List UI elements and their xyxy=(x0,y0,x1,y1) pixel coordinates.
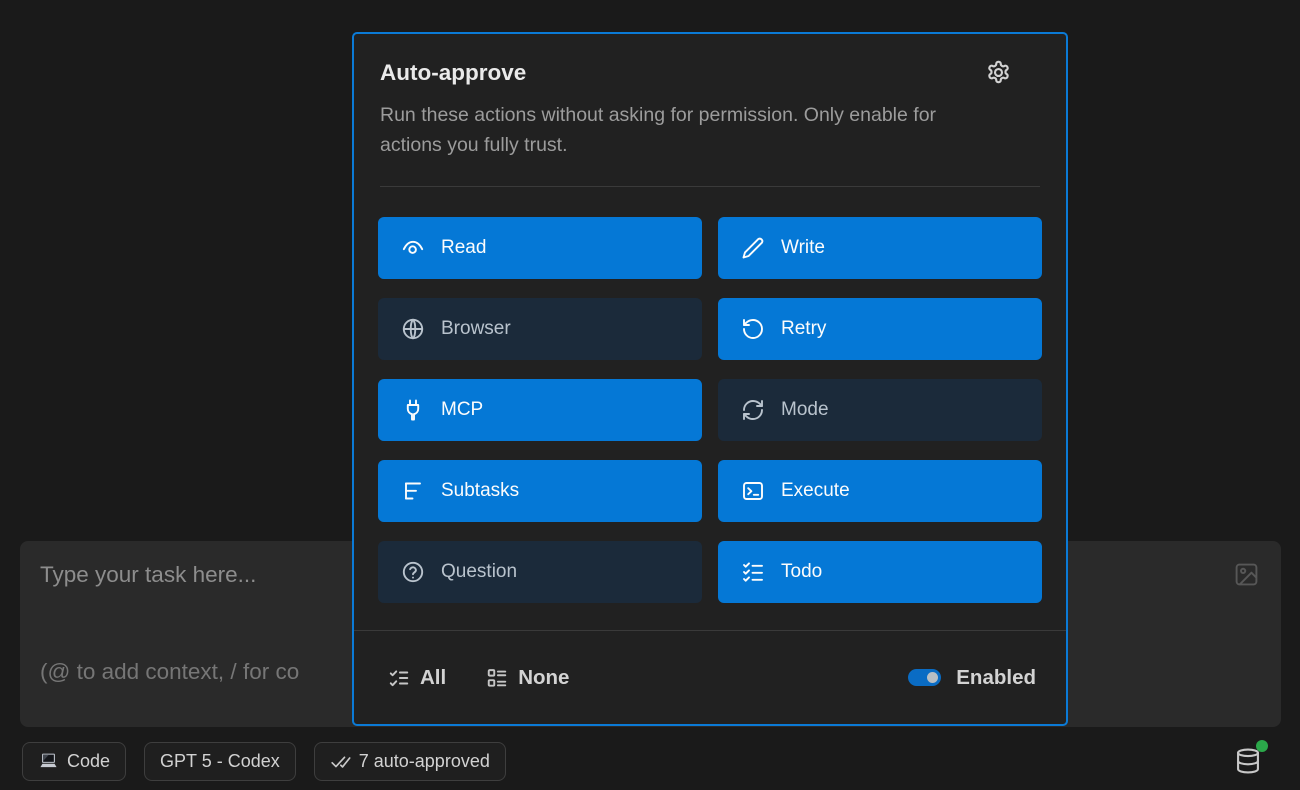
action-button-retry[interactable]: Retry xyxy=(718,298,1042,360)
laptop-icon xyxy=(38,751,59,772)
plug-icon xyxy=(401,398,425,422)
actions-grid: Read Write Browser Retry MCP Mode Subtasks Exec… xyxy=(354,187,1066,630)
select-none-button[interactable]: None xyxy=(486,666,569,690)
app-window: Type your task here... (@ to add context… xyxy=(0,0,1300,790)
retry-icon xyxy=(741,317,765,341)
select-none-label: None xyxy=(518,666,569,690)
model-chip[interactable]: GPT 5 - Codex xyxy=(144,742,296,781)
action-button-read[interactable]: Read xyxy=(378,217,702,279)
action-label: Execute xyxy=(781,480,850,502)
action-label: Subtasks xyxy=(441,480,519,502)
auto-approve-chip-label: 7 auto-approved xyxy=(359,751,490,772)
action-label: Todo xyxy=(781,561,822,583)
action-label: Retry xyxy=(781,318,826,340)
mode-chip-label: Code xyxy=(67,751,110,772)
eye-icon xyxy=(401,236,425,260)
status-bar: Code GPT 5 - Codex 7 auto-approved xyxy=(22,742,506,781)
action-button-browser[interactable]: Browser xyxy=(378,298,702,360)
dialog-title: Auto-approve xyxy=(380,60,526,86)
auto-approve-chip[interactable]: 7 auto-approved xyxy=(314,742,506,781)
action-button-mode[interactable]: Mode xyxy=(718,379,1042,441)
enabled-toggle[interactable] xyxy=(908,669,941,686)
action-button-write[interactable]: Write xyxy=(718,217,1042,279)
action-label: MCP xyxy=(441,399,483,421)
action-button-execute[interactable]: Execute xyxy=(718,460,1042,522)
database-icon xyxy=(1234,763,1262,780)
list-checks-icon xyxy=(741,560,765,584)
gear-icon[interactable] xyxy=(985,59,1012,86)
dialog-header: Auto-approve Run these actions without a… xyxy=(354,34,1066,187)
check-all-icon xyxy=(330,751,351,772)
question-icon xyxy=(401,560,425,584)
toggle-knob xyxy=(927,672,938,683)
task-input-placeholder: Type your task here... xyxy=(40,562,256,588)
action-label: Write xyxy=(781,237,825,259)
action-button-todo[interactable]: Todo xyxy=(718,541,1042,603)
auto-approve-dialog: Auto-approve Run these actions without a… xyxy=(352,32,1068,726)
action-button-question[interactable]: Question xyxy=(378,541,702,603)
mode-chip[interactable]: Code xyxy=(22,742,126,781)
action-button-subtasks[interactable]: Subtasks xyxy=(378,460,702,522)
database-button[interactable] xyxy=(1234,742,1264,776)
action-label: Question xyxy=(441,561,517,583)
select-all-label: All xyxy=(420,666,446,690)
dialog-footer: All None Enabled xyxy=(354,631,1066,724)
model-chip-label: GPT 5 - Codex xyxy=(160,751,280,772)
select-all-button[interactable]: All xyxy=(388,666,446,690)
pencil-icon xyxy=(741,236,765,260)
status-dot xyxy=(1256,740,1268,752)
list-boxes-icon xyxy=(486,667,508,689)
list-checks-icon xyxy=(388,667,410,689)
dialog-description: Run these actions without asking for per… xyxy=(380,101,974,160)
action-label: Browser xyxy=(441,318,511,340)
list-tree-icon xyxy=(401,479,425,503)
enabled-toggle-label: Enabled xyxy=(956,666,1036,690)
terminal-icon xyxy=(741,479,765,503)
globe-icon xyxy=(401,317,425,341)
action-button-mcp[interactable]: MCP xyxy=(378,379,702,441)
task-input-hint: (@ to add context, / for co xyxy=(40,659,299,685)
action-label: Mode xyxy=(781,399,829,421)
sync-icon xyxy=(741,398,765,422)
attach-image-icon[interactable] xyxy=(1233,561,1260,588)
action-label: Read xyxy=(441,237,486,259)
